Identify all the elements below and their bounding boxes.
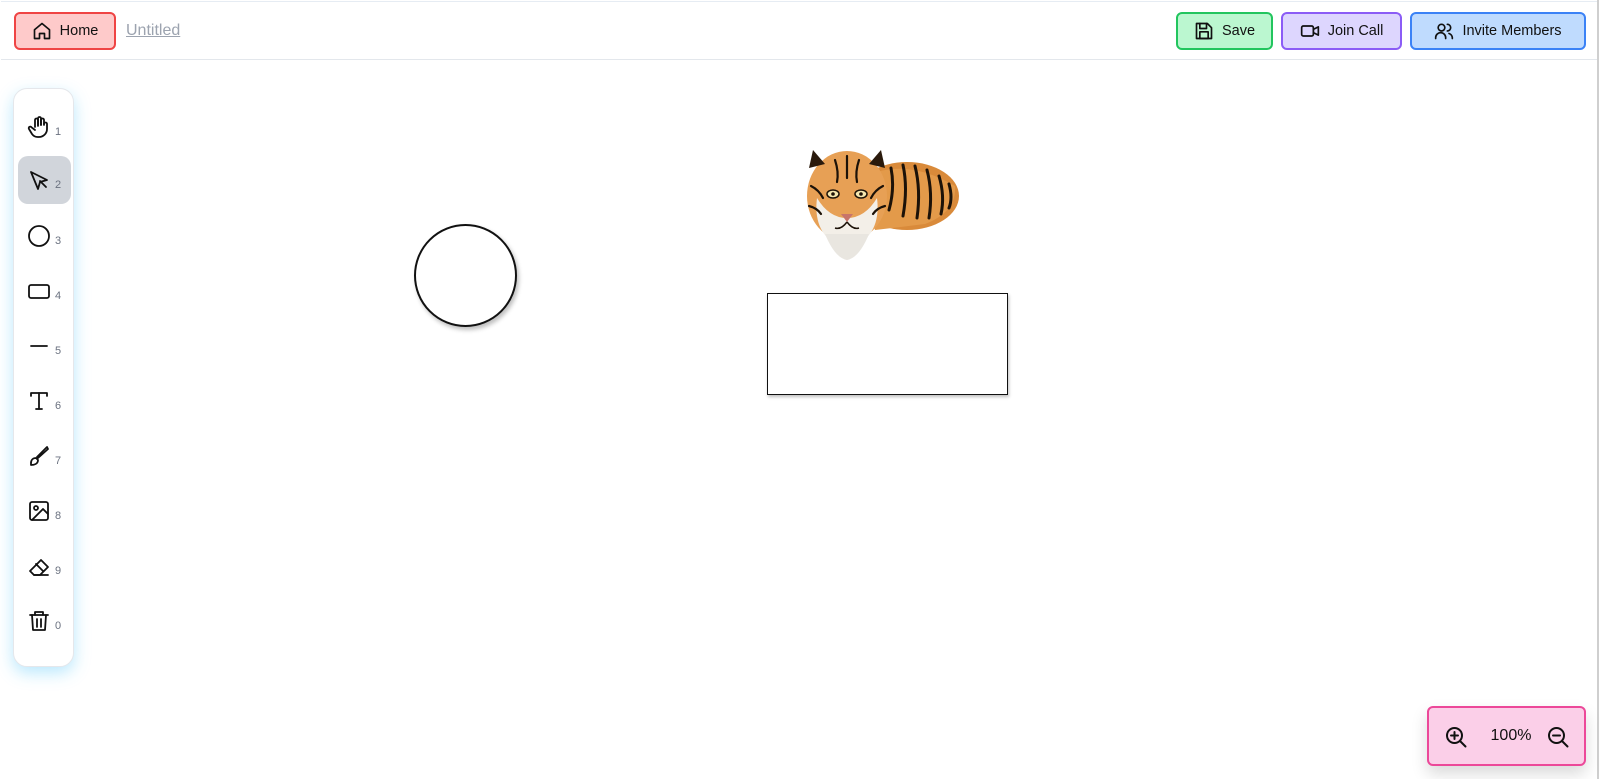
zoom-control: 100% <box>1427 706 1586 766</box>
join-call-label: Join Call <box>1327 23 1384 39</box>
tool-shortcut: 3 <box>55 235 62 247</box>
canvas-circle-shape[interactable] <box>414 224 517 327</box>
zoom-level: 100% <box>1490 727 1532 744</box>
join-call-button[interactable]: Join Call <box>1281 12 1402 50</box>
brush-icon <box>27 444 51 468</box>
tool-line[interactable]: 5 <box>18 322 71 370</box>
tool-shortcut: 2 <box>55 179 62 191</box>
tool-select[interactable]: 2 <box>18 156 71 204</box>
zoom-in-icon[interactable] <box>1444 725 1468 749</box>
tool-shortcut: 7 <box>55 455 62 467</box>
tool-eraser[interactable]: 9 <box>18 542 71 590</box>
save-icon <box>1195 22 1213 40</box>
text-icon <box>27 389 51 413</box>
tool-text[interactable]: 6 <box>18 377 71 425</box>
invite-members-button[interactable]: Invite Members <box>1410 12 1586 50</box>
document-title[interactable]: Untitled <box>126 22 180 40</box>
save-button[interactable]: Save <box>1176 12 1273 50</box>
tool-shortcut: 8 <box>55 510 62 522</box>
users-icon <box>1435 23 1454 40</box>
save-label: Save <box>1221 23 1256 39</box>
image-icon <box>27 499 51 523</box>
tool-rectangle[interactable]: 4 <box>18 267 71 315</box>
top-bar: Home Untitled Save Join Call Invite Memb… <box>1 1 1598 60</box>
home-label: Home <box>59 23 99 39</box>
tool-circle[interactable]: 3 <box>18 212 71 260</box>
video-camera-icon <box>1300 25 1319 37</box>
home-icon <box>33 22 50 40</box>
tool-shortcut: 9 <box>55 565 62 577</box>
invite-members-label: Invite Members <box>1462 23 1562 39</box>
rectangle-icon <box>27 279 51 303</box>
scrollbar-edge <box>1597 0 1599 779</box>
line-icon <box>27 334 51 358</box>
tool-brush[interactable]: 7 <box>18 432 71 480</box>
tool-delete[interactable]: 0 <box>18 597 71 645</box>
tiger-image[interactable] <box>795 138 965 263</box>
tool-shortcut: 4 <box>55 290 62 302</box>
pointer-icon <box>27 168 51 192</box>
tool-shortcut: 5 <box>55 345 62 357</box>
circle-icon <box>27 224 51 248</box>
hand-icon <box>27 115 51 139</box>
tool-shortcut: 0 <box>55 620 62 632</box>
tool-hand[interactable]: 1 <box>18 103 71 151</box>
trash-icon <box>27 609 51 633</box>
home-button[interactable]: Home <box>14 12 116 50</box>
tool-shortcut: 1 <box>55 126 62 138</box>
tool-shortcut: 6 <box>55 400 62 412</box>
eraser-icon <box>27 554 51 578</box>
zoom-out-icon[interactable] <box>1546 725 1570 749</box>
tool-palette: 1 2 3 4 5 6 7 8 9 0 <box>13 88 74 667</box>
tool-image[interactable]: 8 <box>18 487 71 535</box>
canvas-rectangle-shape[interactable] <box>767 293 1008 395</box>
